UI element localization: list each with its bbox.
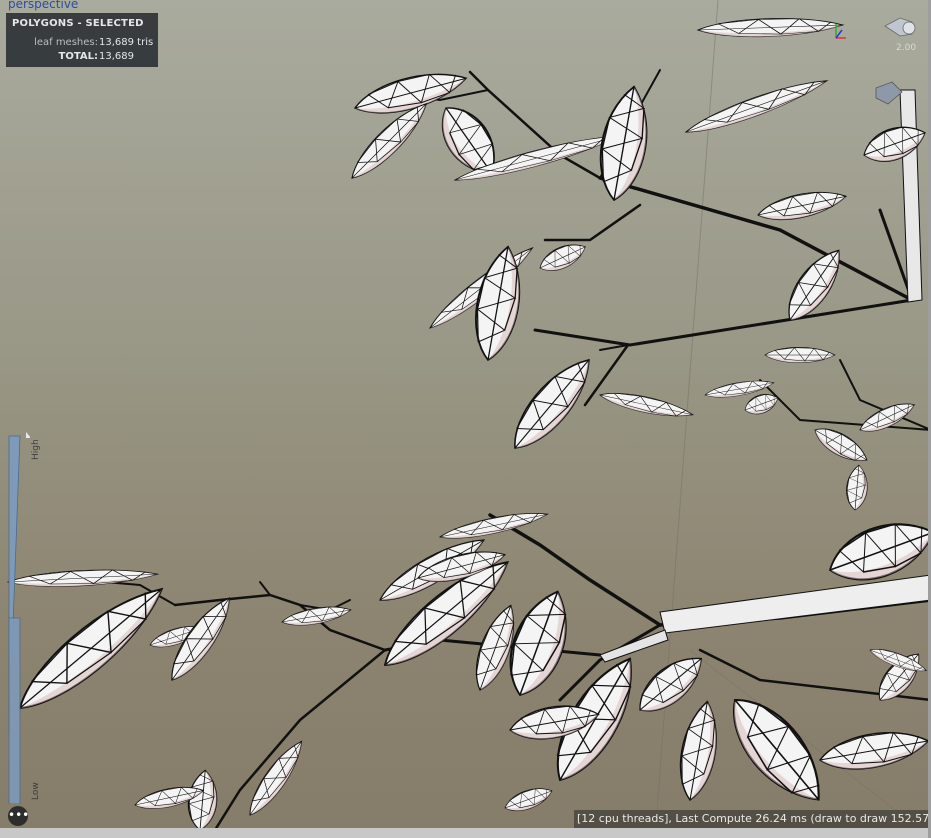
branch-wireframes (59, 69, 931, 838)
more-options-button[interactable]: ••• (8, 806, 30, 826)
gizmo-value: 2.00 (896, 43, 917, 53)
lod-high-label: High (31, 439, 41, 460)
total-label: TOTAL: (58, 51, 98, 62)
total-value: 13,689 (99, 51, 134, 62)
light-icon[interactable] (875, 81, 903, 105)
lod-low-label: Low (31, 782, 41, 800)
3d-viewport[interactable]: perspective POLYGONS - SELECTED leaf mes… (0, 0, 931, 838)
more-options-icon: ••• (8, 808, 30, 822)
view-name-label[interactable]: perspective (8, 0, 78, 11)
leaf-meshes-value: 13,689 tris (99, 37, 154, 48)
status-text: [12 cpu threads], Last Compute 26.24 ms … (577, 812, 931, 825)
tree-wireframe-scene[interactable] (0, 0, 931, 838)
camera-icon[interactable] (884, 17, 916, 37)
status-bar: [12 cpu threads], Last Compute 26.24 ms … (574, 810, 931, 828)
polygon-stats-panel: POLYGONS - SELECTED leaf meshes: 13,689 … (6, 13, 158, 67)
viewport-bottom-border (0, 828, 931, 838)
leaf-meshes-label: leaf meshes: (34, 37, 98, 48)
lod-handle-icon[interactable] (26, 432, 31, 438)
leaf-wireframes (5, 15, 931, 832)
lod-low-range (8, 617, 21, 805)
lod-slider[interactable]: High Low (4, 432, 41, 805)
stats-title: POLYGONS - SELECTED (12, 18, 144, 29)
